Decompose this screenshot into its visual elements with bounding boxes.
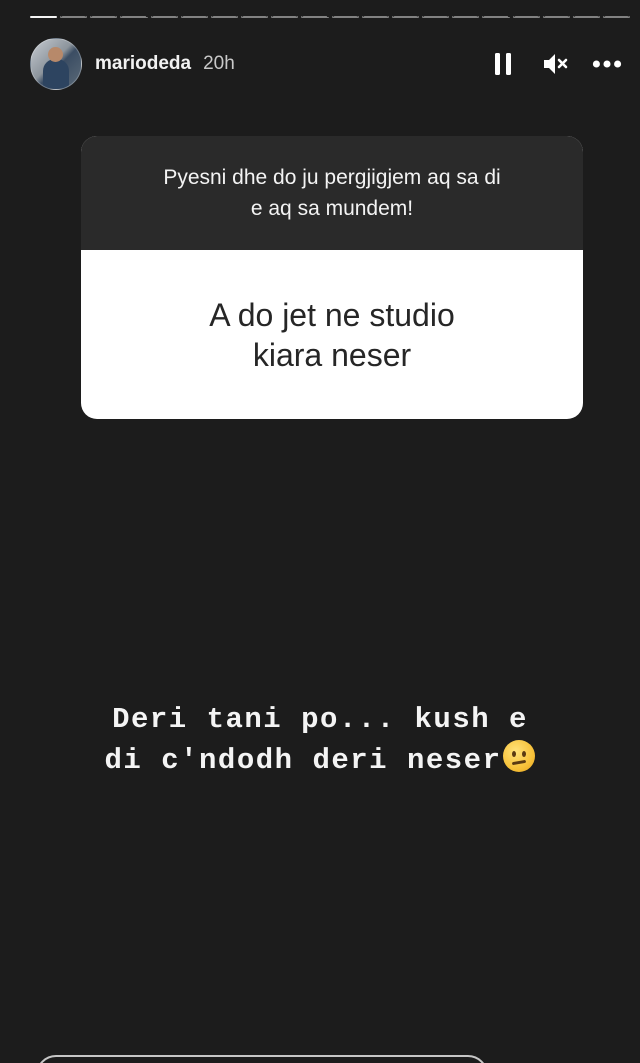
question-prompt-area: Pyesni dhe do ju pergjigjem aq sa di e a… bbox=[81, 136, 583, 250]
progress-segment bbox=[180, 16, 208, 18]
question-sticker[interactable]: Pyesni dhe do ju pergjigjem aq sa di e a… bbox=[81, 136, 583, 419]
more-options-button[interactable] bbox=[592, 49, 622, 79]
speaker-muted-icon bbox=[544, 54, 568, 74]
story-controls bbox=[488, 49, 622, 79]
progress-segment bbox=[301, 16, 329, 18]
progress-segment bbox=[542, 16, 570, 18]
story-progress-bar bbox=[30, 16, 631, 19]
progress-segment bbox=[391, 16, 420, 18]
story-viewer[interactable]: mariodeda 20h Pyesni dhe do ju pergjigje… bbox=[0, 0, 640, 1063]
avatar[interactable] bbox=[30, 38, 82, 90]
progress-segment bbox=[271, 16, 299, 18]
username[interactable]: mariodeda bbox=[95, 53, 191, 75]
pause-button[interactable] bbox=[488, 49, 518, 79]
progress-segment bbox=[422, 16, 450, 18]
caption-line-2-wrap: di c'ndodh deri neser bbox=[0, 740, 640, 781]
progress-segment bbox=[331, 16, 359, 18]
progress-segment bbox=[30, 16, 58, 18]
story-caption: Deri tani po... kush e di c'ndodh deri n… bbox=[0, 700, 640, 781]
pause-icon bbox=[495, 53, 511, 75]
progress-segment bbox=[150, 16, 178, 18]
mute-button[interactable] bbox=[540, 49, 570, 79]
progress-segment bbox=[120, 16, 148, 18]
question-answer-area: A do jet ne studio kiara neser bbox=[81, 250, 583, 419]
progress-segment bbox=[452, 16, 480, 18]
caption-line-1: Deri tani po... kush e bbox=[112, 703, 528, 736]
progress-segment bbox=[572, 16, 600, 18]
post-time: 20h bbox=[203, 53, 235, 74]
progress-segment bbox=[482, 16, 510, 18]
progress-segment bbox=[241, 16, 269, 18]
story-header: mariodeda 20h bbox=[30, 38, 622, 90]
progress-segment bbox=[90, 16, 118, 18]
question-answer: A do jet ne studio kiara neser bbox=[209, 296, 455, 373]
progress-segment bbox=[361, 16, 389, 18]
question-prompt: Pyesni dhe do ju pergjigjem aq sa di e a… bbox=[163, 166, 501, 220]
progress-segment bbox=[512, 16, 540, 18]
reply-input[interactable] bbox=[36, 1055, 488, 1063]
progress-segment bbox=[602, 16, 631, 18]
progress-segment bbox=[60, 16, 88, 18]
confused-face-emoji-icon bbox=[503, 740, 536, 772]
caption-line-2: di c'ndodh deri neser bbox=[104, 744, 502, 777]
progress-segment bbox=[210, 16, 239, 18]
more-horizontal-icon bbox=[592, 60, 622, 68]
